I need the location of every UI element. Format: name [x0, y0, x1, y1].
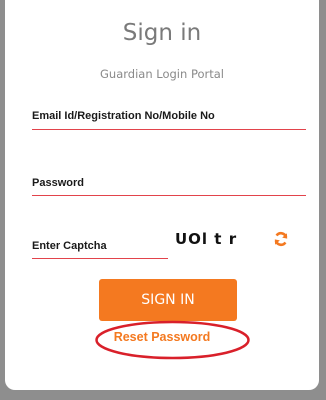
- password-field-underline: [32, 195, 306, 196]
- captcha-field-underline: [32, 258, 168, 259]
- refresh-icon[interactable]: [273, 231, 289, 247]
- reset-password-link[interactable]: Reset Password: [5, 330, 319, 344]
- captcha-field-label: Enter Captcha: [32, 240, 107, 252]
- captcha-image: UOl t r: [175, 230, 238, 248]
- page-subtitle: Guardian Login Portal: [100, 67, 224, 81]
- sign-in-button[interactable]: SIGN IN: [99, 279, 237, 321]
- page-title: Sign in: [122, 20, 202, 46]
- email-field-label: Email Id/Registration No/Mobile No: [32, 110, 215, 122]
- email-field-underline: [32, 129, 306, 130]
- login-card: Sign in Guardian Login Portal Email Id/R…: [5, 0, 319, 390]
- password-field-label: Password: [32, 177, 84, 189]
